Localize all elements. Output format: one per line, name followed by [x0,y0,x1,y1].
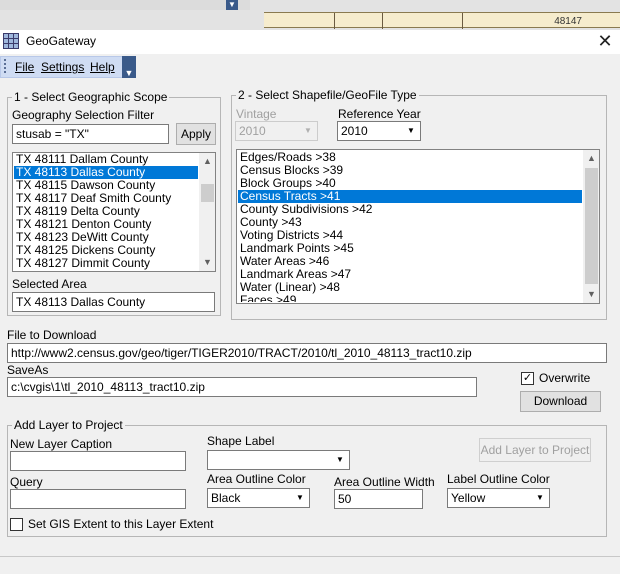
menu-file[interactable]: File [15,60,34,74]
layer-caption-label: New Layer Caption [10,437,113,451]
reference-year-select[interactable]: 2010 ▼ [337,121,421,141]
shape-label-select[interactable]: ▼ [207,450,350,470]
layer-caption-input[interactable] [10,451,186,471]
vintage-select: 2010 ▼ [235,121,318,141]
filter-label: Geography Selection Filter [12,108,155,122]
county-list[interactable]: TX 48111 Dallam County TX 48113 Dallas Co… [12,152,216,272]
label-color-select[interactable]: Yellow ▼ [447,488,550,508]
county-list-item[interactable]: TX 48129 Donley County [14,270,198,272]
title-bar: GeoGateway ✕ [0,30,620,54]
grid-app-icon [3,33,19,49]
outline-width-label: Area Outline Width [334,475,435,489]
scroll-thumb[interactable] [585,168,598,284]
background-map: 48147 [264,12,620,29]
shapefile-type-item[interactable]: Faces >49 [238,294,582,303]
vintage-label: Vintage [236,107,277,121]
vintage-value: 2010 [239,124,266,138]
window-title: GeoGateway [26,34,97,48]
shapefile-list-scrollbar[interactable]: ▲ ▼ [583,150,599,303]
query-input[interactable] [10,489,186,509]
background-app-strip: ▼ 48147 [0,0,620,30]
extent-label: Set GIS Extent to this Layer Extent [28,517,214,531]
chevron-down-icon[interactable]: ▼ [403,123,419,139]
close-icon[interactable]: ✕ [594,31,616,53]
county-list-scrollbar[interactable]: ▲ ▼ [199,153,215,271]
scroll-up-icon[interactable]: ▲ [583,150,599,167]
chevron-down-icon: ▼ [304,126,312,135]
menu-help[interactable]: Help [90,60,115,74]
outline-width-input[interactable]: 50 [334,489,423,509]
file-to-download-label: File to Download [7,328,97,342]
overwrite-checkbox[interactable]: ✓ [521,372,534,385]
map-road-line [382,13,383,29]
scroll-thumb[interactable] [201,184,214,202]
scroll-down-icon[interactable]: ▼ [199,254,215,271]
filter-input[interactable]: stusab = "TX" [12,124,169,144]
scroll-up-icon[interactable]: ▲ [199,153,215,170]
file-url-field[interactable]: http://www2.census.gov/geo/tiger/TIGER20… [7,343,607,363]
outline-color-label: Area Outline Color [207,472,306,486]
chevron-down-icon[interactable]: ▼ [332,452,348,468]
outline-color-select[interactable]: Black ▼ [207,488,310,508]
grip-handle-icon[interactable] [4,59,6,73]
download-button[interactable]: Download [520,391,601,412]
saveas-label: SaveAs [7,363,49,377]
chevron-down-icon[interactable]: ▼ [532,490,548,506]
check-icon: ✓ [522,372,533,384]
selected-area-field: TX 48113 Dallas County [12,292,215,312]
reference-year-label: Reference Year [338,107,421,121]
query-label: Query [10,475,43,489]
outline-color-value: Black [211,491,241,505]
map-road-line [462,13,463,29]
shape-label-label: Shape Label [207,434,275,448]
county-list-items: TX 48111 Dallam County TX 48113 Dallas Co… [14,153,198,271]
shapefile-type-items: Edges/Roads >38 Census Blocks >39 Block Gr… [238,151,582,302]
add-layer-legend: Add Layer to Project [12,418,125,432]
menu-settings[interactable]: Settings [41,60,84,74]
overwrite-label: Overwrite [539,371,591,385]
label-color-value: Yellow [451,491,486,505]
menu-overflow-icon[interactable]: ▼ [122,56,136,78]
status-strip [0,556,620,574]
background-toolbar [0,0,250,10]
reference-year-value: 2010 [341,124,368,138]
selected-area-label: Selected Area [12,277,87,291]
map-label: 48147 [554,16,582,27]
shapefile-type-list[interactable]: Edges/Roads >38 Census Blocks >39 Block Gr… [236,149,600,304]
geographic-scope-legend: 1 - Select Geographic Scope [12,90,170,104]
apply-button[interactable]: Apply [176,123,216,145]
label-color-label: Label Outline Color [447,472,550,486]
shapefile-type-legend: 2 - Select Shapefile/GeoFile Type [236,88,419,102]
map-road-line [334,13,335,29]
scroll-down-icon[interactable]: ▼ [583,286,599,303]
chevron-down-icon[interactable]: ▼ [292,490,308,506]
saveas-field[interactable]: c:\cvgis\1\tl_2010_48113_tract10.zip [7,377,477,397]
add-layer-button[interactable]: Add Layer to Project [479,438,591,462]
extent-checkbox[interactable] [10,518,23,531]
toolbar-overflow-icon[interactable]: ▼ [226,0,238,10]
